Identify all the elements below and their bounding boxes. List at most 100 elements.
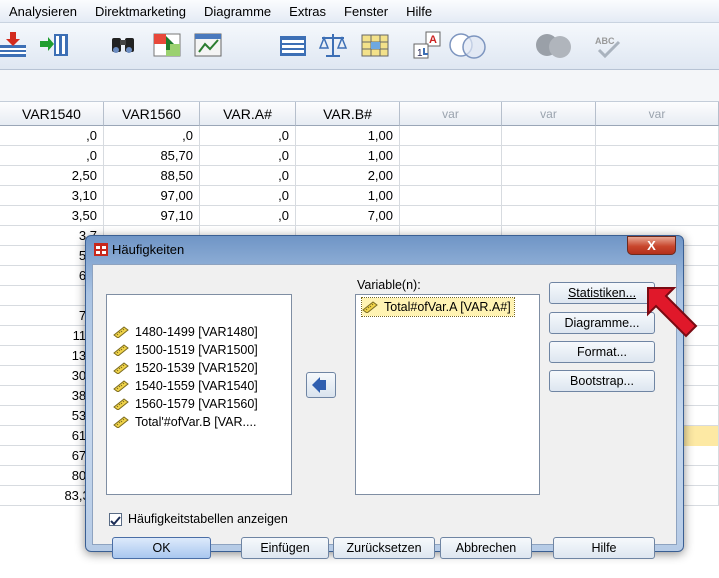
table-cell[interactable]: ,0 [200,166,296,186]
table-cell[interactable]: 1,00 [296,146,400,166]
find-icon[interactable] [108,30,140,60]
list-item-label: Total#ofVar.A [VAR.A#] [384,300,511,314]
bootstrap-button[interactable]: Bootstrap... [549,370,655,392]
use-sets-icon[interactable] [360,30,392,60]
frequencies-table-icon [94,243,108,256]
insert-cases-icon[interactable] [0,30,32,60]
weight-cases-icon[interactable] [193,30,225,60]
table-cell[interactable]: 3,10 [0,186,104,206]
menu-diagramme[interactable]: Diagramme [195,4,280,19]
help-button[interactable]: Hilfe [553,537,655,559]
table-cell[interactable]: 97,00 [104,186,200,206]
svg-text:1: 1 [417,48,423,59]
menu-extras[interactable]: Extras [280,4,335,19]
table-cell[interactable]: ,0 [0,126,104,146]
column-header-5[interactable]: var [400,102,502,126]
insert-variable-icon[interactable] [40,30,72,60]
list-item[interactable]: 1520-1539 [VAR1520] [113,359,258,377]
reset-button[interactable]: Zurücksetzen [333,537,435,559]
table-cell[interactable] [502,186,596,206]
close-button[interactable]: X [627,236,676,255]
table-cell[interactable]: ,0 [200,146,296,166]
scale-icon[interactable] [318,30,350,60]
frequency-tables-label: Häufigkeitstabellen anzeigen [128,512,288,526]
table-row[interactable]: 2,50 88,50,0 2,00 [0,166,719,186]
source-variable-list[interactable]: 1480-1499 [VAR1480] 1500-1519 [VAR1500] 15… [106,294,292,495]
list-item-label: 1560-1579 [VAR1560] [135,397,258,411]
table-cell[interactable]: ,0 [104,126,200,146]
table-cell[interactable]: 3,50 [0,206,104,226]
list-item[interactable]: 1480-1499 [VAR1480] [113,323,258,341]
table-cell[interactable] [502,126,596,146]
ruler-icon [113,362,129,374]
cancel-button[interactable]: Abbrechen [440,537,532,559]
list-item[interactable]: 1500-1519 [VAR1500] [113,341,258,359]
table-cell[interactable]: ,0 [200,186,296,206]
ok-button[interactable]: OK [112,537,211,559]
table-row[interactable]: 3,10 97,00,0 1,00 [0,186,719,206]
frequency-tables-checkbox[interactable] [109,513,122,526]
column-header-4[interactable]: VAR.B# [296,102,400,126]
list-item[interactable]: Total'#ofVar.B [VAR.... [113,413,256,431]
table-cell[interactable] [596,166,719,186]
target-variable-list[interactable]: Total#ofVar.A [VAR.A#] [355,294,540,495]
column-header-1[interactable]: VAR1540 [0,102,104,126]
table-cell[interactable]: 97,10 [104,206,200,226]
list-item[interactable]: Total#ofVar.A [VAR.A#] [361,297,515,317]
toolbar-spacer [0,70,719,102]
table-cell[interactable] [400,146,502,166]
table-cell[interactable] [596,186,719,206]
table-cell[interactable] [596,146,719,166]
ruler-icon [113,416,129,428]
table-cell[interactable]: 1,00 [296,186,400,206]
table-cell[interactable]: 1,00 [296,126,400,146]
menu-fenster[interactable]: Fenster [335,4,397,19]
table-cell[interactable] [400,166,502,186]
ruler-icon [362,301,378,313]
list-item[interactable]: 1560-1579 [VAR1560] [113,395,258,413]
menu-analysieren[interactable]: Analysieren [0,4,86,19]
table-cell[interactable] [400,206,502,226]
svg-text:ABC: ABC [595,36,615,46]
dialog-title: Häufigkeiten [112,242,185,257]
list-item-label: 1520-1539 [VAR1520] [135,361,258,375]
table-cell[interactable] [502,206,596,226]
table-cell[interactable] [596,206,719,226]
menu-hilfe[interactable]: Hilfe [397,4,441,19]
table-cell[interactable] [400,126,502,146]
list-item[interactable]: 1540-1559 [VAR1540] [113,377,258,395]
circles-icon[interactable] [532,30,576,60]
spelling-icon[interactable]: ABC [593,30,625,60]
table-row[interactable]: 3,50 97,10,0 7,00 [0,206,719,226]
table-cell[interactable]: 2,00 [296,166,400,186]
table-cell[interactable]: ,0 [0,146,104,166]
table-cell[interactable] [400,186,502,206]
column-header-6[interactable]: var [502,102,596,126]
table-cell[interactable]: ,0 [200,126,296,146]
value-labels-icon[interactable] [278,30,310,60]
table-cell[interactable]: 88,50 [104,166,200,186]
statistics-button[interactable]: Statistiken... [549,282,655,304]
table-row[interactable]: ,0 85,70,0 1,00 [0,146,719,166]
table-cell[interactable]: 2,50 [0,166,104,186]
table-cell[interactable]: ,0 [200,206,296,226]
frequencies-dialog: Häufigkeiten X 1480-1499 [VAR1480] 1500-1… [85,235,684,559]
venn-icon[interactable] [446,30,490,60]
table-cell[interactable] [502,146,596,166]
table-cell[interactable]: 7,00 [296,206,400,226]
move-variable-button[interactable] [306,372,336,398]
list-item-label: Total'#ofVar.B [VAR.... [135,415,257,429]
table-row[interactable]: ,0,0,0 1,00 [0,126,719,146]
show-all-variables-icon[interactable]: A1 [412,30,444,60]
table-cell[interactable] [502,166,596,186]
table-cell[interactable]: 85,70 [104,146,200,166]
column-header-2[interactable]: VAR1560 [104,102,200,126]
column-header-3[interactable]: VAR.A# [200,102,296,126]
charts-button[interactable]: Diagramme... [549,312,655,334]
menu-direktmarketing[interactable]: Direktmarketing [86,4,195,19]
split-file-icon[interactable] [152,30,184,60]
paste-button[interactable]: Einfügen [241,537,329,559]
format-button[interactable]: Format... [549,341,655,363]
table-cell[interactable] [596,126,719,146]
column-header-7[interactable]: var [596,102,719,126]
